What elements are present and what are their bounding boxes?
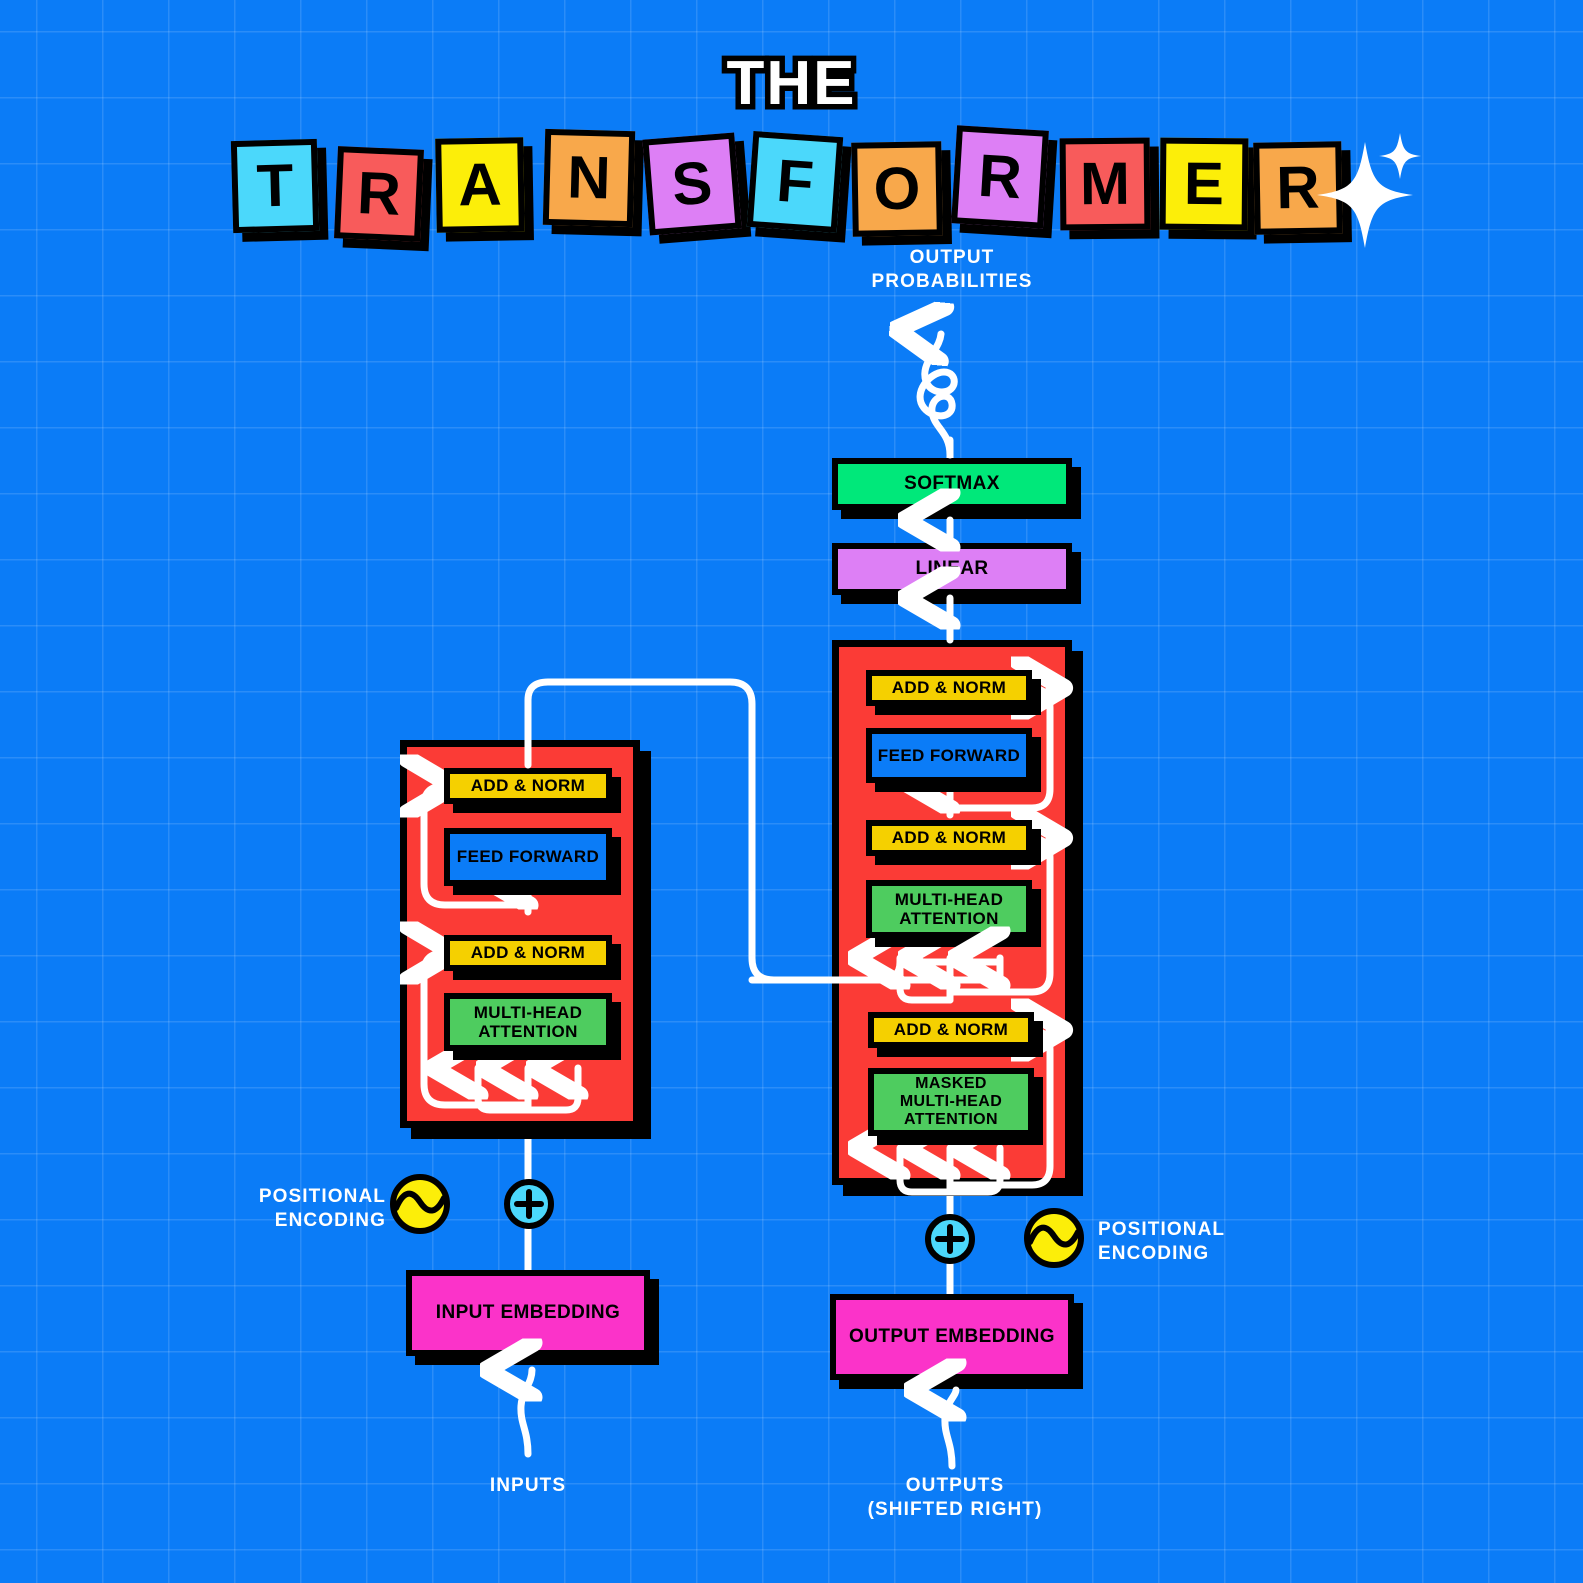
output-probabilities-line2: PROBABILITIES bbox=[871, 270, 1033, 292]
output-embedding-block[interactable]: OUTPUT EMBEDDING bbox=[830, 1294, 1074, 1380]
decoder-add-norm-bottom[interactable]: ADD & NORM bbox=[868, 1012, 1034, 1048]
decoder-add-norm-bottom-label: ADD & NORM bbox=[893, 1020, 1009, 1040]
linear-block[interactable]: LINEAR bbox=[832, 543, 1072, 595]
decoder-add-norm-mid-label: ADD & NORM bbox=[891, 828, 1007, 848]
title-letter-glyph: N bbox=[566, 143, 612, 212]
input-embedding-label: INPUT EMBEDDING bbox=[435, 1302, 621, 1324]
decoder-multi-head-attention[interactable]: MULTI-HEAD ATTENTION bbox=[866, 880, 1032, 938]
output-probabilities-line1: OUTPUT bbox=[909, 247, 995, 268]
title-letter-glyph: S bbox=[669, 148, 715, 219]
inputs-text: INPUTS bbox=[489, 1475, 567, 1496]
sparkle-icon-small bbox=[1379, 133, 1421, 179]
title-letter-glyph: R bbox=[355, 159, 403, 228]
encoder-feed-forward-label: FEED FORWARD bbox=[456, 847, 600, 867]
encoder-positional-encoding-label: POSITIONAL ENCODING bbox=[246, 1185, 386, 1233]
title-letter-tile-f-5: F bbox=[746, 130, 844, 234]
wire-outputs bbox=[945, 1390, 956, 1470]
encoder-add-norm-top[interactable]: ADD & NORM bbox=[444, 768, 612, 804]
title-letter-tile-r-7: R bbox=[951, 125, 1049, 229]
encoder-mha-label-line2: ATTENTION bbox=[478, 1022, 578, 1041]
encoder-add-norm-top-label: ADD & NORM bbox=[470, 776, 586, 796]
decoder-add-norm-mid[interactable]: ADD & NORM bbox=[866, 820, 1032, 856]
output-embedding-label: OUTPUT EMBEDDING bbox=[849, 1326, 1055, 1348]
title-letter-glyph: R bbox=[976, 141, 1024, 212]
title-the: THE bbox=[721, 44, 860, 124]
softmax-block[interactable]: SOFTMAX bbox=[832, 458, 1072, 510]
dec-pe-line1: POSITIONAL bbox=[1098, 1219, 1226, 1240]
encoder-feed-forward[interactable]: FEED FORWARD bbox=[444, 828, 612, 886]
title-letter-tile-a-2: A bbox=[435, 137, 525, 233]
title-letter-tile-t-0: T bbox=[230, 138, 320, 234]
decoder-add-norm-top[interactable]: ADD & NORM bbox=[866, 670, 1032, 706]
title-letter-glyph: F bbox=[774, 146, 816, 217]
softmax-label: SOFTMAX bbox=[904, 473, 1000, 495]
decoder-mha-label-line2: ATTENTION bbox=[899, 909, 999, 928]
title-letter-tile-e-9: E bbox=[1159, 137, 1249, 231]
dec-pe-line2: ENCODING bbox=[1098, 1242, 1210, 1264]
title-letter-tile-o-6: O bbox=[851, 141, 943, 237]
diagram-canvas: THE TRANSFORMER ADD & NORM FEED FORWARD … bbox=[0, 0, 1583, 1583]
title-letter-glyph: E bbox=[1183, 149, 1225, 218]
title-letter-glyph: R bbox=[1275, 153, 1321, 222]
title-letter-tile-r-1: R bbox=[334, 146, 424, 242]
linear-label: LINEAR bbox=[915, 558, 989, 580]
decoder-add-norm-top-label: ADD & NORM bbox=[891, 678, 1007, 698]
decoder-positional-encoding-icon bbox=[1024, 1208, 1084, 1268]
title-letter-glyph: A bbox=[457, 150, 503, 219]
outputs-text-line2: (SHIFTED RIGHT) bbox=[867, 1498, 1043, 1520]
decoder-mha-label-line1: MULTI-HEAD bbox=[894, 889, 1004, 909]
decoder-positional-encoding-label: POSITIONAL ENCODING bbox=[1098, 1218, 1258, 1266]
title-letter-tile-n-3: N bbox=[542, 128, 636, 228]
decoder-sum-node[interactable] bbox=[923, 1212, 977, 1266]
encoder-add-norm-bottom-label: ADD & NORM bbox=[470, 943, 586, 963]
outputs-text-line1: OUTPUTS bbox=[905, 1475, 1005, 1496]
decoder-feed-forward-label: FEED FORWARD bbox=[877, 745, 1021, 765]
decoder-masked-mha-line3: ATTENTION bbox=[904, 1110, 998, 1128]
decoder-feed-forward[interactable]: FEED FORWARD bbox=[866, 728, 1032, 783]
title-letter-glyph: M bbox=[1079, 149, 1131, 218]
title-letter-glyph: O bbox=[873, 154, 921, 223]
enc-pe-line2: ENCODING bbox=[274, 1209, 386, 1231]
encoder-positional-encoding-icon bbox=[390, 1174, 450, 1234]
encoder-sum-node[interactable] bbox=[502, 1177, 556, 1231]
encoder-mha-label-line1: MULTI-HEAD bbox=[473, 1002, 583, 1022]
enc-pe-line1: POSITIONAL bbox=[258, 1186, 386, 1207]
wire-inputs bbox=[521, 1370, 532, 1458]
decoder-masked-mha-line2: MULTI-HEAD bbox=[899, 1093, 1003, 1111]
inputs-label: INPUTS bbox=[428, 1474, 628, 1498]
wire-squiggle-output bbox=[920, 334, 958, 459]
decoder-masked-multi-head-attention[interactable]: MASKED MULTI-HEAD ATTENTION bbox=[868, 1068, 1034, 1136]
title-letter-glyph: T bbox=[255, 151, 295, 220]
outputs-label: OUTPUTS (SHIFTED RIGHT) bbox=[850, 1474, 1060, 1522]
output-probabilities-label: OUTPUT PROBABILITIES bbox=[820, 246, 1084, 294]
input-embedding-block[interactable]: INPUT EMBEDDING bbox=[406, 1270, 650, 1356]
title-transformer: TRANSFORMER bbox=[230, 125, 1343, 242]
encoder-multi-head-attention[interactable]: MULTI-HEAD ATTENTION bbox=[444, 993, 612, 1051]
title-letter-tile-m-8: M bbox=[1059, 137, 1151, 231]
decoder-masked-mha-line1: MASKED bbox=[915, 1075, 987, 1093]
encoder-add-norm-bottom[interactable]: ADD & NORM bbox=[444, 935, 612, 971]
title-letter-tile-s-4: S bbox=[642, 132, 742, 236]
